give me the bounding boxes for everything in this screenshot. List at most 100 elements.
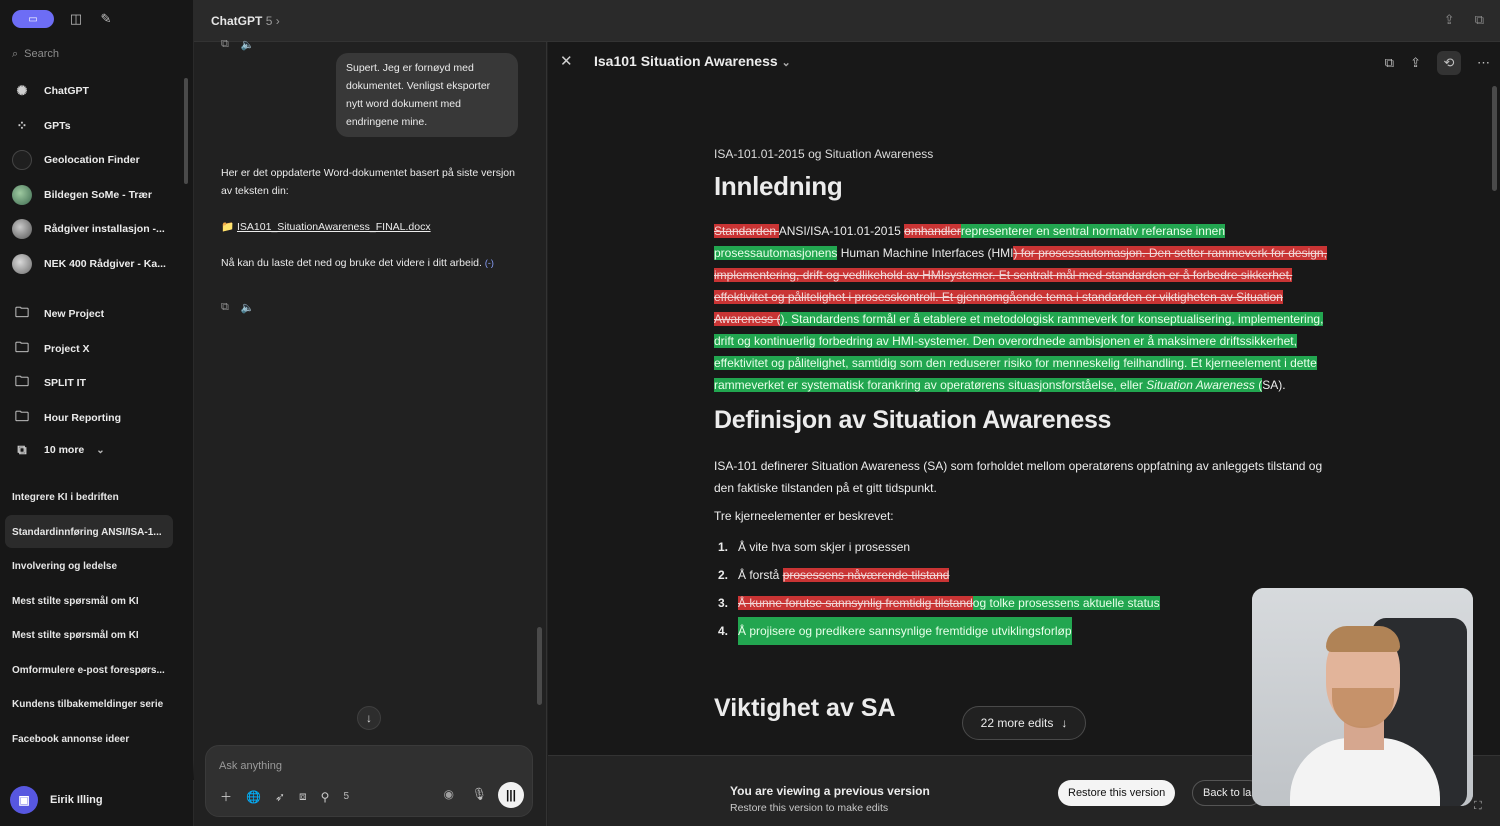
fullscreen-icon[interactable]: ⛶ xyxy=(1474,800,1482,813)
sidebar-item-project[interactable]: 🗀 Project X xyxy=(12,337,90,361)
file-icon: 📁 xyxy=(221,221,235,233)
plus-icon[interactable]: ＋ xyxy=(220,788,232,805)
paragraph-intro: Standarden ANSI/ISA-101.01-2015 omhandle… xyxy=(714,220,1334,396)
scroll-down-button[interactable]: ↓ xyxy=(357,706,381,730)
export-icon[interactable]: ⇪ xyxy=(1410,55,1421,71)
temporary-chat-icon[interactable]: ⧉ xyxy=(1475,12,1484,28)
chevron-down-icon: ⌄ xyxy=(96,444,105,456)
assistant-message: Her er det oppdaterte Word-dokumentet ba… xyxy=(221,164,521,290)
user-avatar: ▣ xyxy=(10,786,38,814)
copy-icon[interactable]: ⧉ xyxy=(221,38,229,51)
webcam-person-hair xyxy=(1326,626,1400,652)
image-icon[interactable]: ⧈ xyxy=(299,789,307,804)
citation-marker[interactable]: (-) xyxy=(485,258,494,268)
chat-scrollbar[interactable] xyxy=(537,627,542,705)
webcam-overlay xyxy=(1252,588,1473,806)
share-icon[interactable]: ⇪ xyxy=(1444,12,1455,28)
canvas-scrollbar[interactable] xyxy=(1492,86,1497,191)
top-bar: ChatGPT 5 › ⇪ ⧉ xyxy=(194,0,1500,42)
assistant-outro: Nå kan du laste det ned og bruke det vid… xyxy=(221,254,521,272)
tools-icon[interactable]: ⚲ xyxy=(321,790,330,804)
sidebar-item-gpt[interactable]: Bildegen SoMe - Trær xyxy=(12,183,152,207)
list-text: Å vite hva som skjer i prosessen xyxy=(738,540,911,554)
canvas-title-text: Isa101 Situation Awareness xyxy=(594,53,778,69)
speaker-icon[interactable]: 🔈 xyxy=(241,301,255,314)
sidebar-item-new-project[interactable]: 🗀 New Project xyxy=(12,302,104,326)
microphone-icon[interactable]: 🎙 xyxy=(472,787,487,801)
gpt-avatar-icon xyxy=(12,150,32,170)
canvas-title[interactable]: Isa101 Situation Awareness ⌄ xyxy=(594,53,791,69)
sidebar-more-projects[interactable]: ⧉ 10 more ⌄ xyxy=(12,438,105,462)
chat-history-item[interactable]: Integrere KI i bedriften xyxy=(12,492,119,503)
gpt-avatar-icon xyxy=(12,219,32,239)
deletion: omhandler xyxy=(904,224,961,238)
sidebar-item-gpts[interactable]: ⁘ GPTs xyxy=(12,114,71,138)
file-attachment[interactable]: 📁 ISA101_SituationAwareness_FINAL.docx xyxy=(221,218,521,236)
list-number: 4. xyxy=(717,624,728,638)
list-item: 3. Å kunne forutse sannsynlig fremtidig … xyxy=(714,589,1334,617)
sidebar-item-label: Rådgiver installasjon -... xyxy=(44,223,165,235)
heading-definisjon: Definisjon av Situation Awareness xyxy=(714,406,1112,434)
sidebar-item-gpt[interactable]: Rådgiver installasjon -... xyxy=(12,217,165,241)
list-number: 3. xyxy=(717,596,728,610)
insertion: og tolke prosessens aktuelle status xyxy=(972,596,1160,610)
document: ISA-101.01-2015 og Situation Awareness I… xyxy=(714,147,1334,645)
copy-icon[interactable]: ⧉ xyxy=(221,301,229,314)
globe-icon[interactable]: 🌐 xyxy=(246,790,261,804)
sidebar-item-label: GPTs xyxy=(44,120,71,132)
search-field[interactable]: ⌕ Search xyxy=(6,43,186,65)
new-chat-icon[interactable]: ✎ xyxy=(98,11,114,27)
folder-icon: 🗀 xyxy=(15,373,29,389)
text: SA). xyxy=(1262,378,1286,392)
user-name: Eirik Illing xyxy=(50,794,103,806)
restore-version-button[interactable]: Restore this version xyxy=(1058,780,1176,806)
speaker-icon[interactable]: 🔈 xyxy=(241,38,255,51)
deletion: Å kunne forutse sannsynlig fremtidig til… xyxy=(738,596,973,610)
chat-history-item[interactable]: Facebook annonse ideer xyxy=(12,734,129,745)
sidebar: ▭ ◫ ✎ ⌕ Search ✺ ChatGPT ⁘ GPTs Geolocat… xyxy=(0,0,194,826)
sidebar-item-label: NEK 400 Rådgiver - Ka... xyxy=(44,258,166,270)
model-selector[interactable]: ChatGPT 5 › xyxy=(211,14,280,28)
rocket-icon[interactable]: ➶ xyxy=(275,790,285,804)
chat-history-item[interactable]: Mest stilte spørsmål om KI xyxy=(12,596,139,607)
version-subtitle: Restore this version to make edits xyxy=(730,802,889,814)
voice-mode-button[interactable]: ||| xyxy=(498,782,524,808)
sidebar-item-chatgpt[interactable]: ✺ ChatGPT xyxy=(12,79,89,103)
more-edits-button[interactable]: 22 more edits ↓ xyxy=(962,706,1086,740)
file-link[interactable]: ISA101_SituationAwareness_FINAL.docx xyxy=(237,221,431,233)
close-icon[interactable]: ✕ xyxy=(560,52,573,70)
composer-tools: ＋ 🌐 ➶ ⧈ ⚲ 5 xyxy=(220,788,349,805)
sidebar-item-label: Bildegen SoMe - Trær xyxy=(44,189,152,201)
more-icon[interactable]: ⋯ xyxy=(1477,55,1490,71)
composer-placeholder[interactable]: Ask anything xyxy=(219,760,282,772)
document-subtitle: ISA-101.01-2015 og Situation Awareness xyxy=(714,147,934,161)
sidebar-toggle-icon[interactable]: ◫ xyxy=(68,11,84,27)
sidebar-item-gpt[interactable]: NEK 400 Rådgiver - Ka... xyxy=(12,252,166,276)
user-menu[interactable]: ▣ Eirik Illing xyxy=(10,786,103,814)
list-text: Å forstå xyxy=(738,568,783,582)
sidebar-scrollbar[interactable] xyxy=(184,78,188,184)
sidebar-item-gpt[interactable]: Geolocation Finder xyxy=(12,148,140,172)
more-edits-label: 22 more edits xyxy=(980,716,1054,730)
composer[interactable]: Ask anything ＋ 🌐 ➶ ⧈ ⚲ 5 ◉ 🎙 ||| xyxy=(205,745,533,817)
record-icon[interactable]: ◉ xyxy=(444,787,454,801)
folder-icon: 🗀 xyxy=(15,339,29,355)
openai-icon: ✺ xyxy=(16,83,28,98)
user-message: Supert. Jeg er fornøyd med dokumentet. V… xyxy=(336,53,518,137)
list-item: 2. Å forstå prosessens nåværende tilstan… xyxy=(714,561,1334,589)
chat-history-item[interactable]: Kundens tilbakemeldinger serie xyxy=(12,699,163,710)
paragraph-definition: ISA-101 definerer Situation Awareness (S… xyxy=(714,459,1323,495)
chat-history-item-active[interactable]: Standardinnføring ANSI/ISA-1... xyxy=(12,527,162,538)
list-item: 4. Å projisere og predikere sannsynlige … xyxy=(714,617,1334,645)
sidebar-item-project[interactable]: 🗀 SPLIT IT xyxy=(12,371,86,395)
chat-history-item[interactable]: Mest stilte spørsmål om KI xyxy=(12,630,139,641)
sidebar-item-label: ChatGPT xyxy=(44,85,89,97)
app-switch-button[interactable]: ▭ xyxy=(12,10,54,28)
chat-history-item[interactable]: Omformulere e-post forespørs... xyxy=(12,665,165,676)
sidebar-item-project[interactable]: 🗀 Hour Reporting xyxy=(12,406,121,430)
version-history-icon[interactable]: ⟲ xyxy=(1437,51,1461,75)
chat-history-item[interactable]: Involvering og ledelse xyxy=(12,561,117,572)
copy-icon[interactable]: ⧉ xyxy=(1385,55,1394,71)
canvas-header: ✕ Isa101 Situation Awareness ⌄ ⧉ ⇪ ⟲ ⋯ xyxy=(548,42,1500,82)
sidebar-item-label: Hour Reporting xyxy=(44,412,121,424)
